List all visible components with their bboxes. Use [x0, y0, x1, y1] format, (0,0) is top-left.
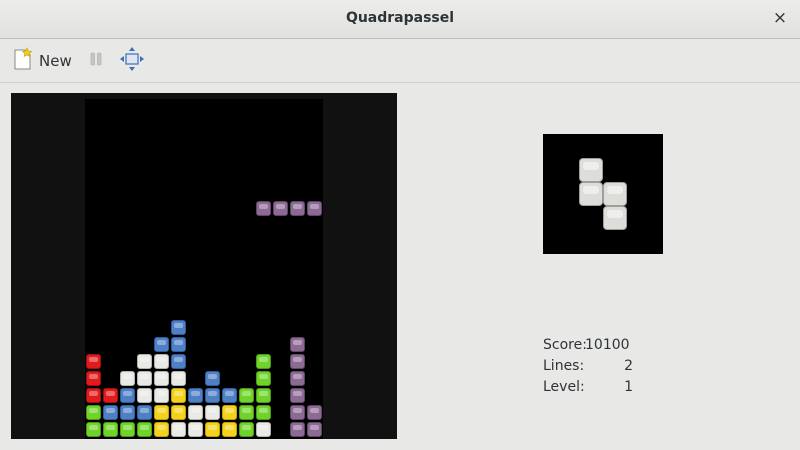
stacked-block — [290, 422, 305, 437]
stacked-block — [103, 388, 118, 403]
stacked-block — [256, 405, 271, 420]
stacked-block — [154, 388, 169, 403]
stacked-block — [137, 371, 152, 386]
stacked-block — [222, 422, 237, 437]
stacked-block — [154, 422, 169, 437]
stacked-block — [120, 371, 135, 386]
score-panel: Score: 10100 Lines: 2 Level: 1 — [543, 337, 633, 400]
toolbar: New — [0, 39, 800, 83]
stacked-block — [103, 422, 118, 437]
lines-value: 2 — [624, 358, 633, 374]
stacked-block — [171, 337, 186, 352]
next-piece-block — [603, 206, 627, 230]
stacked-block — [120, 405, 135, 420]
pause-icon — [87, 50, 105, 72]
stacked-block — [290, 405, 305, 420]
stacked-block — [256, 371, 271, 386]
stacked-block — [256, 388, 271, 403]
stacked-block — [171, 405, 186, 420]
close-icon: × — [772, 8, 788, 28]
stacked-block — [239, 405, 254, 420]
stacked-block — [171, 422, 186, 437]
score-value: 10100 — [585, 337, 630, 353]
stacked-block — [154, 371, 169, 386]
stacked-block — [222, 388, 237, 403]
stacked-block — [222, 405, 237, 420]
stacked-block — [290, 337, 305, 352]
stacked-block — [171, 388, 186, 403]
stacked-block — [290, 388, 305, 403]
stacked-block — [205, 388, 220, 403]
next-piece-preview — [543, 134, 663, 254]
stacked-block — [86, 405, 101, 420]
stacked-block — [120, 422, 135, 437]
stacked-block — [256, 354, 271, 369]
stacked-block — [239, 422, 254, 437]
new-game-button[interactable]: New — [13, 47, 72, 75]
board-well — [85, 99, 323, 439]
stacked-block — [86, 354, 101, 369]
score-label: Score: — [543, 337, 587, 353]
stacked-block — [154, 354, 169, 369]
stacked-block — [205, 422, 220, 437]
stacked-block — [171, 371, 186, 386]
fullscreen-icon — [119, 46, 145, 76]
next-piece-block — [603, 182, 627, 206]
lines-row: Lines: 2 — [543, 358, 633, 379]
stacked-block — [137, 354, 152, 369]
stacked-block — [188, 422, 203, 437]
level-label: Level: — [543, 379, 585, 395]
stacked-block — [137, 388, 152, 403]
falling-piece-block — [307, 201, 322, 216]
level-value: 1 — [624, 379, 633, 395]
stacked-block — [307, 422, 322, 437]
fullscreen-button[interactable] — [119, 47, 145, 75]
game-board[interactable] — [11, 93, 397, 439]
stacked-block — [154, 337, 169, 352]
stacked-block — [188, 388, 203, 403]
new-game-label: New — [39, 52, 72, 70]
stacked-block — [103, 405, 118, 420]
stacked-block — [171, 354, 186, 369]
stacked-block — [188, 405, 203, 420]
stacked-block — [120, 388, 135, 403]
window-title: Quadrapassel — [345, 10, 455, 26]
close-button[interactable]: × — [772, 8, 788, 28]
falling-piece-block — [256, 201, 271, 216]
level-row: Level: 1 — [543, 379, 633, 400]
title-bar: Quadrapassel × — [0, 0, 800, 39]
next-piece-block — [579, 158, 603, 182]
new-game-icon — [13, 47, 33, 75]
stacked-block — [307, 405, 322, 420]
stacked-block — [290, 371, 305, 386]
next-piece-block — [579, 182, 603, 206]
pause-button[interactable] — [87, 47, 105, 75]
stacked-block — [290, 354, 305, 369]
lines-label: Lines: — [543, 358, 585, 374]
stacked-block — [86, 422, 101, 437]
stacked-block — [256, 422, 271, 437]
score-row: Score: 10100 — [543, 337, 633, 358]
stacked-block — [86, 371, 101, 386]
stacked-block — [137, 405, 152, 420]
stacked-block — [171, 320, 186, 335]
stacked-block — [86, 388, 101, 403]
stacked-block — [154, 405, 169, 420]
stacked-block — [239, 388, 254, 403]
stacked-block — [137, 422, 152, 437]
stacked-block — [205, 405, 220, 420]
falling-piece-block — [273, 201, 288, 216]
falling-piece-block — [290, 201, 305, 216]
stacked-block — [205, 371, 220, 386]
